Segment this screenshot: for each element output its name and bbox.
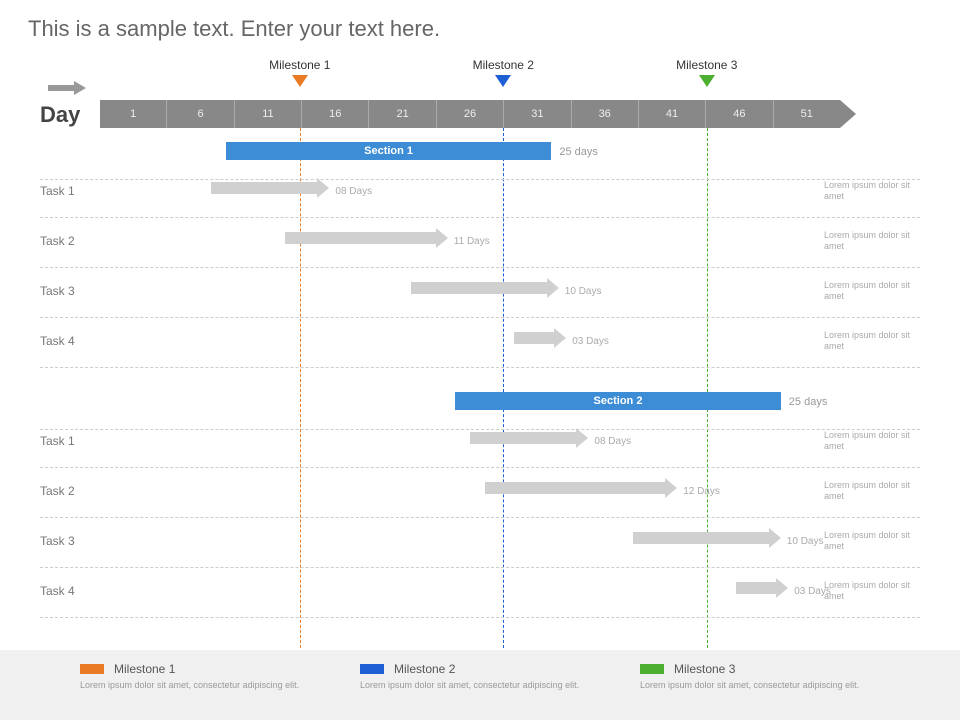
axis-tick: 31 [504,100,571,128]
task-arrow-icon [514,330,566,346]
task-arrow-icon [485,480,677,496]
axis-tick: 21 [369,100,436,128]
row-label: Task 4 [40,584,95,598]
task-row: Task 1Lorem ipsum dolor sit amet08 Days [40,448,920,468]
legend: Milestone 1 Lorem ipsum dolor sit amet, c… [0,650,960,720]
task-arrow-icon [211,180,329,196]
task-row: Task 4Lorem ipsum dolor sit amet03 Days [40,348,920,368]
milestone: Milestone 2 [453,58,553,87]
task-row: Task 3Lorem ipsum dolor sit amet10 Days [40,298,920,318]
row-note: Lorem ipsum dolor sit amet [824,230,920,252]
section-duration: 25 days [559,146,598,158]
legend-desc: Lorem ipsum dolor sit amet, consectetur … [640,680,880,691]
task-duration: 08 Days [335,186,372,197]
row-note: Lorem ipsum dolor sit amet [824,180,920,202]
task-arrow-icon [411,280,559,296]
row-label: Task 2 [40,484,95,498]
row-label: Task 4 [40,334,95,348]
legend-desc: Lorem ipsum dolor sit amet, consectetur … [360,680,600,691]
axis-tick: 41 [639,100,706,128]
task-arrow-icon [285,230,448,246]
axis-tick: 1 [100,100,167,128]
task-duration: 10 Days [565,286,602,297]
milestone-label: Milestone 1 [250,58,350,72]
axis-tick: 16 [302,100,369,128]
task-arrow-icon [736,580,788,596]
milestone: Milestone 1 [250,58,350,87]
task-row: Task 4Lorem ipsum dolor sit amet03 Days [40,598,920,618]
row-note: Lorem ipsum dolor sit amet [824,530,920,552]
section-bar: Section 1 [226,142,552,160]
legend-swatch [360,664,384,674]
section-duration: 25 days [789,396,828,408]
legend-swatch [80,664,104,674]
axis-tick: 26 [437,100,504,128]
row-label: Task 3 [40,534,95,548]
task-arrow-icon [633,530,781,546]
axis-tick: 11 [235,100,302,128]
row-note: Lorem ipsum dolor sit amet [824,280,920,302]
legend-item: Milestone 3 Lorem ipsum dolor sit amet, c… [640,662,880,691]
axis-tick: 46 [706,100,773,128]
milestone-label: Milestone 3 [657,58,757,72]
task-duration: 12 Days [683,486,720,497]
row-label: Task 2 [40,234,95,248]
row-note: Lorem ipsum dolor sit amet [824,480,920,502]
milestone: Milestone 3 [657,58,757,87]
row-label: Task 3 [40,284,95,298]
legend-label: Milestone 1 [114,662,175,676]
section-row: Section 225 days [40,410,920,430]
axis-tick: 6 [167,100,234,128]
legend-label: Milestone 3 [674,662,735,676]
legend-item: Milestone 2 Lorem ipsum dolor sit amet, c… [360,662,600,691]
axis-label: Day [40,102,80,128]
triangle-down-icon [495,75,511,87]
legend-swatch [640,664,664,674]
row-label: Task 1 [40,434,95,448]
axis-tick: 51 [774,100,840,128]
page-title: This is a sample text. Enter your text h… [0,0,960,42]
row-note: Lorem ipsum dolor sit amet [824,330,920,352]
task-arrow-icon [470,430,588,446]
task-duration: 08 Days [594,436,631,447]
task-row: Task 1Lorem ipsum dolor sit amet08 Days [40,198,920,218]
triangle-down-icon [292,75,308,87]
section-bar: Section 2 [455,392,781,410]
arrow-right-icon [48,80,86,101]
legend-label: Milestone 2 [394,662,455,676]
row-label: Task 1 [40,184,95,198]
task-duration: 10 Days [787,536,824,547]
triangle-down-icon [699,75,715,87]
task-row: Task 2Lorem ipsum dolor sit amet11 Days [40,248,920,268]
task-row: Task 3Lorem ipsum dolor sit amet10 Days [40,548,920,568]
row-note: Lorem ipsum dolor sit amet [824,430,920,452]
task-duration: 03 Days [794,586,831,597]
section-row: Section 125 days [40,160,920,180]
task-row: Task 2Lorem ipsum dolor sit amet12 Days [40,498,920,518]
day-axis: 16111621263136414651 [100,100,840,128]
task-duration: 03 Days [572,336,609,347]
row-note: Lorem ipsum dolor sit amet [824,580,920,602]
legend-item: Milestone 1 Lorem ipsum dolor sit amet, c… [80,662,320,691]
milestone-label: Milestone 2 [453,58,553,72]
axis-cap-icon [840,100,856,128]
axis-tick: 36 [572,100,639,128]
legend-desc: Lorem ipsum dolor sit amet, consectetur … [80,680,320,691]
task-duration: 11 Days [454,236,490,247]
